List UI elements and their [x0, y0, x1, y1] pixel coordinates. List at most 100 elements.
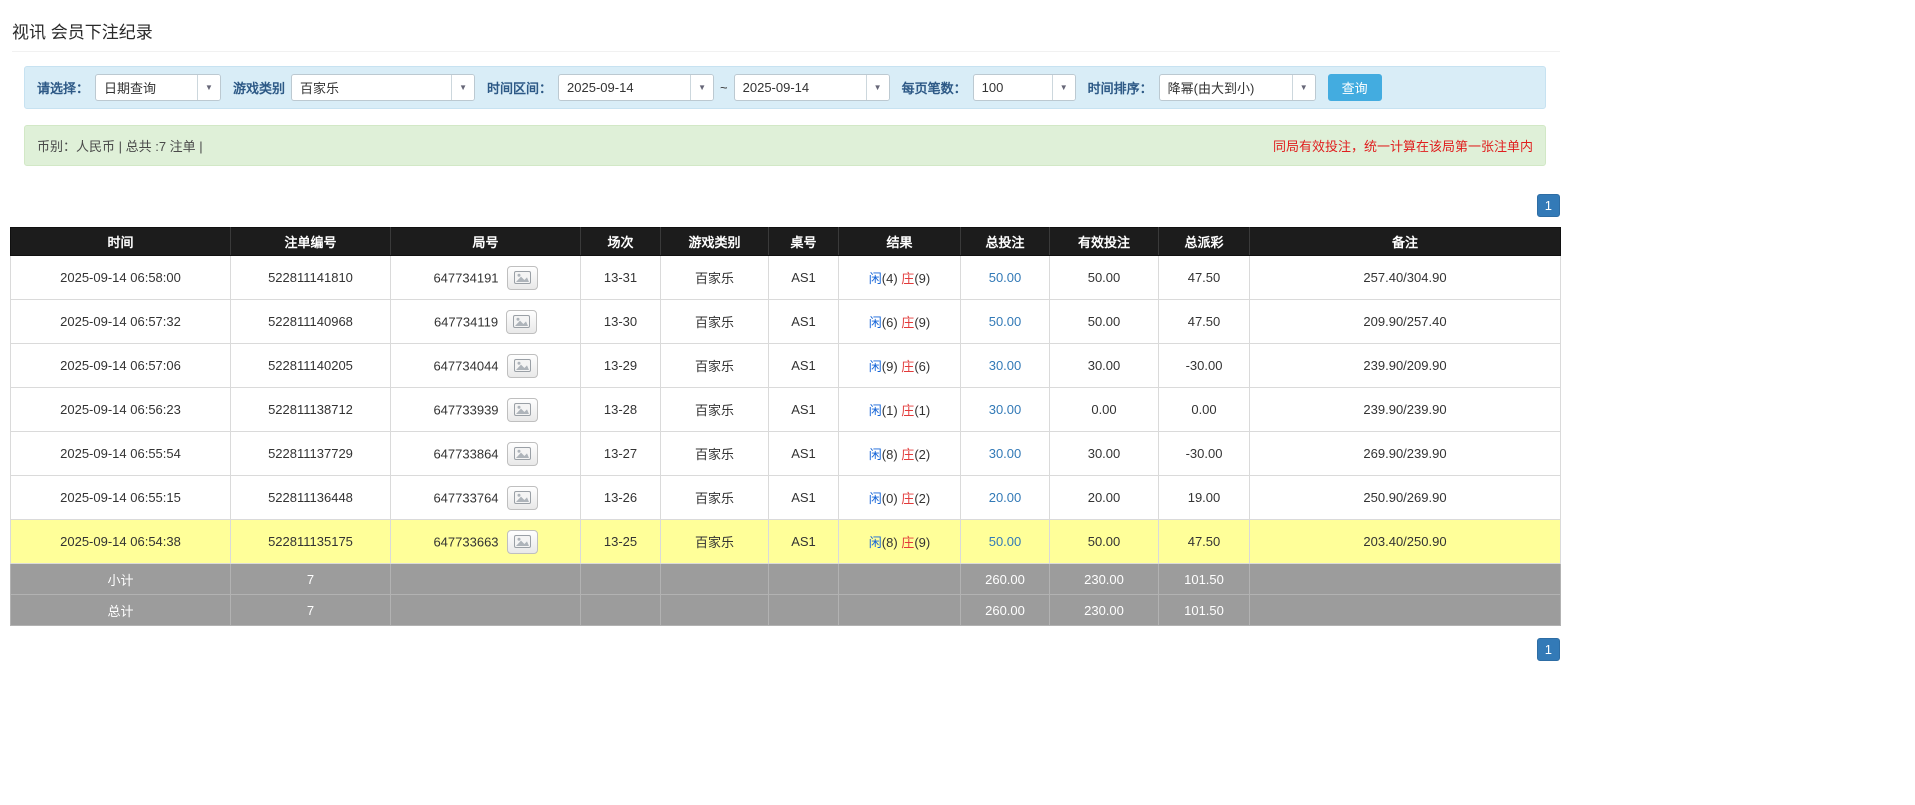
total-bet-link[interactable]: 20.00 [989, 490, 1022, 505]
pagination-page-1[interactable]: 1 [1536, 194, 1560, 217]
cell-result: 闲(1) 庄(1) [838, 387, 961, 432]
page-size-select[interactable]: 100 ▼ [972, 74, 1076, 101]
cell-time: 2025-09-14 06:55:15 [10, 475, 231, 520]
cell-game-type: 百家乐 [660, 255, 769, 300]
game-type-value: 百家乐 [300, 81, 340, 96]
chevron-down-icon[interactable]: ▼ [1291, 75, 1315, 100]
cell-session: 13-27 [580, 431, 661, 476]
query-type-label: 请选择： [37, 81, 90, 96]
cell-session: 13-30 [580, 299, 661, 344]
cell-table-number: AS1 [768, 475, 839, 520]
bet-records-table: 时间 注单编号 局号 场次 游戏类别 桌号 结果 总投注 有效投注 总派彩 备注 2025-09-1… [10, 227, 1561, 626]
footer-cell [768, 563, 839, 595]
column-header: 局号 [390, 227, 581, 256]
round-snapshot-button[interactable] [506, 397, 538, 422]
date-from-select[interactable]: 2025-09-14 ▼ [558, 74, 715, 101]
table-row-highlighted: 2025-09-14 06:54:38 522811135175 647733663… [10, 519, 1561, 564]
query-type-select[interactable]: 日期查询 ▼ [95, 74, 222, 101]
footer-cell: 230.00 [1049, 594, 1159, 626]
footer-cell [580, 594, 661, 626]
table-row: 2025-09-14 06:55:15 522811136448 647733764… [10, 475, 1561, 520]
cell-time: 2025-09-14 06:54:38 [10, 519, 231, 564]
column-header: 桌号 [768, 227, 839, 256]
footer-cell [390, 594, 581, 626]
chevron-down-icon[interactable]: ▼ [690, 75, 714, 100]
result-banker-label: 庄 [901, 491, 915, 506]
cell-total-bet: 30.00 [960, 343, 1050, 388]
date-separator: ~ [720, 80, 728, 95]
footer-cell: 260.00 [960, 594, 1050, 626]
cell-table-number: AS1 [768, 387, 839, 432]
column-header: 注单编号 [230, 227, 391, 256]
round-snapshot-button[interactable] [506, 529, 538, 554]
cell-total-bet: 50.00 [960, 255, 1050, 300]
cell-game-type: 百家乐 [660, 475, 769, 520]
result-player-label: 闲 [868, 403, 882, 418]
footer-cell: 260.00 [960, 563, 1050, 595]
round-snapshot-icon [513, 403, 531, 416]
cell-game-type: 百家乐 [660, 387, 769, 432]
round-snapshot-button[interactable] [506, 441, 538, 466]
footer-cell [1249, 594, 1561, 626]
total-bet-link[interactable]: 30.00 [989, 402, 1022, 417]
total-bet-link[interactable]: 50.00 [989, 534, 1022, 549]
footer-cell [1249, 563, 1561, 595]
footer-cell: 7 [230, 563, 391, 595]
cell-round-number: 647734044 [390, 343, 581, 388]
round-snapshot-button[interactable] [506, 309, 538, 334]
result-banker-label: 庄 [901, 403, 915, 418]
chevron-down-icon[interactable]: ▼ [197, 75, 221, 100]
pagination-page-1[interactable]: 1 [1536, 638, 1560, 661]
table-header-row: 时间 注单编号 局号 场次 游戏类别 桌号 结果 总投注 有效投注 总派彩 备注 [10, 227, 1561, 256]
cell-session: 13-25 [580, 519, 661, 564]
footer-cell [838, 594, 961, 626]
cell-game-type: 百家乐 [660, 519, 769, 564]
column-header: 时间 [10, 227, 231, 256]
round-snapshot-button[interactable] [506, 485, 538, 510]
round-snapshot-button[interactable] [506, 353, 538, 378]
cell-table-number: AS1 [768, 255, 839, 300]
total-bet-link[interactable]: 50.00 [989, 314, 1022, 329]
cell-result: 闲(9) 庄(6) [838, 343, 961, 388]
round-snapshot-button[interactable] [506, 265, 538, 290]
cell-payout: 19.00 [1158, 475, 1250, 520]
cell-round-number: 647734191 [390, 255, 581, 300]
round-number-text: 647733764 [433, 490, 499, 505]
result-player-label: 闲 [868, 491, 882, 506]
table-row: 2025-09-14 06:56:23 522811138712 647733939… [10, 387, 1561, 432]
footer-cell: 101.50 [1158, 563, 1250, 595]
cell-bet-number: 522811140205 [230, 343, 391, 388]
cell-valid-bet: 30.00 [1049, 431, 1159, 476]
footer-cell: 总计 [10, 594, 231, 626]
footer-cell [838, 563, 961, 595]
chevron-down-icon[interactable]: ▼ [865, 75, 889, 100]
cell-game-type: 百家乐 [660, 343, 769, 388]
cell-note: 250.90/269.90 [1249, 475, 1561, 520]
cell-note: 269.90/239.90 [1249, 431, 1561, 476]
table-body: 2025-09-14 06:58:00 522811141810 647734191… [10, 255, 1561, 564]
total-bet-link[interactable]: 30.00 [989, 446, 1022, 461]
chevron-down-icon[interactable]: ▼ [1051, 75, 1075, 100]
round-number-text: 647733864 [433, 446, 499, 461]
cell-time: 2025-09-14 06:55:54 [10, 431, 231, 476]
total-bet-link[interactable]: 50.00 [989, 270, 1022, 285]
total-bet-link[interactable]: 30.00 [989, 358, 1022, 373]
cell-time: 2025-09-14 06:56:23 [10, 387, 231, 432]
cell-table-number: AS1 [768, 343, 839, 388]
query-button[interactable]: 查询 [1327, 74, 1382, 101]
cell-total-bet: 20.00 [960, 475, 1050, 520]
table-row: 2025-09-14 06:57:06 522811140205 647734044… [10, 343, 1561, 388]
cell-bet-number: 522811137729 [230, 431, 391, 476]
cell-table-number: AS1 [768, 431, 839, 476]
time-sort-select[interactable]: 降幂(由大到小) ▼ [1158, 74, 1316, 101]
date-to-select[interactable]: 2025-09-14 ▼ [733, 74, 890, 101]
filter-bar: 请选择： 日期查询 ▼ 游戏类别 百家乐 ▼ 时间区间： 2025-09-14 … [24, 66, 1546, 109]
info-bar: 币别：人民币 | 总共 :7 注单 | 同局有效投注，统一计算在该局第一张注单内 [24, 125, 1546, 166]
cell-bet-number: 522811138712 [230, 387, 391, 432]
game-type-select[interactable]: 百家乐 ▼ [291, 74, 476, 101]
cell-total-bet: 50.00 [960, 519, 1050, 564]
cell-round-number: 647734119 [390, 299, 581, 344]
cell-payout: 47.50 [1158, 519, 1250, 564]
chevron-down-icon[interactable]: ▼ [451, 75, 475, 100]
page-size-label: 每页笔数： [901, 81, 967, 96]
